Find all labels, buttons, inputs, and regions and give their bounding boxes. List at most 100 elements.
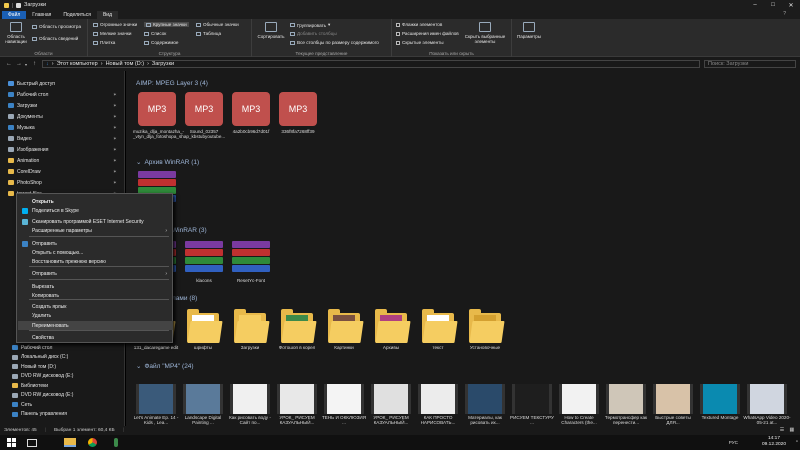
group-by-button[interactable]: Группировать ▾: [290, 22, 330, 28]
nav-item[interactable]: Локальный диск (C:): [12, 353, 68, 362]
group-header-mp3[interactable]: AIMP: MPEG Layer 3 (4): [136, 80, 208, 87]
video-thumbnail[interactable]: [418, 384, 458, 414]
quick-access-toolbar-icon[interactable]: [16, 2, 21, 8]
context-menu-item[interactable]: Восстановить прежнюю версию: [18, 257, 173, 266]
item-checkboxes-toggle[interactable]: Флажки элементов: [396, 22, 442, 27]
minimize-button[interactable]: –: [746, 0, 764, 10]
close-button[interactable]: ✕: [782, 0, 800, 10]
context-menu-item[interactable]: Удалить: [18, 311, 173, 320]
context-menu-item[interactable]: Свойства: [18, 333, 173, 342]
list-option[interactable]: Список: [144, 31, 166, 36]
recent-locations-chevron-icon[interactable]: ▾: [25, 62, 27, 67]
folder-icon[interactable]: [469, 309, 505, 343]
context-menu-item[interactable]: Открыть с помощью...: [18, 248, 173, 257]
video-thumbnail[interactable]: [512, 384, 552, 414]
file-view[interactable]: AIMP: MPEG Layer 3 (4) ⌄ Архив WinRAR (1…: [126, 71, 800, 426]
forward-arrow-icon[interactable]: →: [16, 61, 22, 67]
search-input[interactable]: Поиск: Загрузки: [704, 60, 796, 68]
tab-home[interactable]: Главная: [26, 11, 57, 19]
breadcrumb-item[interactable]: Новый том (D:): [106, 61, 145, 67]
folder-icon[interactable]: [375, 309, 411, 343]
details-option[interactable]: Таблица: [196, 31, 221, 36]
tab-file[interactable]: Файл: [2, 11, 27, 19]
large-icons-view-icon[interactable]: ▦: [789, 428, 794, 433]
tab-share[interactable]: Поделиться: [57, 11, 97, 19]
folder-icon[interactable]: [281, 309, 317, 343]
video-thumbnail[interactable]: [559, 384, 599, 414]
large-icons-option[interactable]: Крупные значки: [144, 22, 189, 27]
nav-item[interactable]: Изображения: [8, 145, 48, 154]
details-pane-button[interactable]: Область сведений: [32, 36, 78, 41]
context-menu-item[interactable]: Переименовать: [18, 321, 173, 330]
nav-item[interactable]: Документы: [8, 112, 43, 121]
add-columns-button[interactable]: Добавить столбцы: [290, 31, 337, 36]
size-columns-button[interactable]: Все столбцы по размеру содержимого: [290, 40, 379, 45]
video-thumbnail[interactable]: [606, 384, 646, 414]
tiles-option[interactable]: Плитка: [93, 40, 115, 45]
mp3-file-icon[interactable]: MP3: [185, 92, 223, 126]
clock[interactable]: 14:17 09.12.2020: [762, 436, 786, 448]
mp3-file-icon[interactable]: MP3: [138, 92, 176, 126]
checkbox[interactable]: [396, 40, 400, 45]
nav-item[interactable]: Панель управления: [12, 410, 67, 419]
context-menu-item[interactable]: Сканировать программой ESET Internet Sec…: [18, 217, 173, 226]
folder-icon[interactable]: [422, 309, 458, 343]
nav-item[interactable]: Загрузки: [8, 101, 37, 110]
group-header-winrar-archive[interactable]: ⌄ Архив WinRAR (1): [136, 158, 199, 167]
nav-item[interactable]: Видео: [8, 134, 32, 143]
medium-icons-option[interactable]: Обычные значки: [196, 22, 239, 27]
video-thumbnail[interactable]: [136, 384, 176, 414]
app-taskbar-icon[interactable]: [114, 438, 118, 447]
nav-item[interactable]: Сеть: [12, 400, 32, 409]
nav-item[interactable]: CorelDraw: [8, 167, 41, 176]
huge-icons-option[interactable]: Огромные значки: [93, 22, 137, 27]
mp3-file-icon[interactable]: MP3: [232, 92, 270, 126]
context-menu-item[interactable]: Поделиться в Skype: [18, 206, 173, 215]
start-windows-icon[interactable]: [7, 438, 16, 447]
group-header-folders[interactable]: лами (8): [172, 295, 197, 302]
nav-item[interactable]: DVD RW дисковод (E:): [12, 372, 73, 381]
context-menu-item[interactable]: Создать ярлык: [18, 302, 173, 311]
preview-pane-button[interactable]: Область просмотра: [32, 24, 81, 29]
sort-button[interactable]: Сортировать: [256, 22, 286, 39]
file-extensions-toggle[interactable]: Расширения имен файлов: [396, 31, 459, 36]
nav-item[interactable]: Музыка: [8, 123, 35, 132]
group-header-mp4[interactable]: ⌄ Файл "MP4" (24): [136, 362, 194, 371]
context-menu-item[interactable]: Вырезать: [18, 282, 173, 291]
nav-item[interactable]: Animation: [8, 156, 39, 165]
options-button[interactable]: Параметры: [514, 22, 544, 39]
nav-item[interactable]: Новый том (D:): [12, 362, 56, 371]
checkbox[interactable]: [396, 31, 400, 36]
video-thumbnail[interactable]: [230, 384, 270, 414]
video-thumbnail[interactable]: [653, 384, 693, 414]
maximize-button[interactable]: □: [764, 0, 782, 10]
rar-archive-icon[interactable]: [185, 241, 223, 275]
help-icon[interactable]: ?: [783, 11, 786, 17]
video-thumbnail[interactable]: [747, 384, 787, 414]
mp3-file-icon[interactable]: MP3: [279, 92, 317, 126]
nav-item[interactable]: Библиотеки: [12, 381, 48, 390]
nav-pane-button[interactable]: Область навигации: [3, 22, 29, 44]
checkbox[interactable]: [396, 22, 400, 27]
nav-item[interactable]: Рабочий стол: [8, 90, 48, 99]
address-field[interactable]: ↓ › Этот компьютер › Новый том (D:) › За…: [42, 60, 700, 68]
content-option[interactable]: Содержимое: [144, 40, 178, 45]
nav-item[interactable]: Рабочий стол: [12, 343, 52, 352]
context-menu-item[interactable]: Отправить: [18, 239, 173, 248]
video-thumbnail[interactable]: [700, 384, 740, 414]
context-menu-item[interactable]: Расширенные параметры ›: [18, 226, 173, 235]
context-menu-item[interactable]: Открыть: [18, 197, 173, 206]
task-view-icon[interactable]: [27, 439, 37, 447]
video-thumbnail[interactable]: [465, 384, 505, 414]
video-thumbnail[interactable]: [277, 384, 317, 414]
video-thumbnail[interactable]: [324, 384, 364, 414]
rar-archive-icon[interactable]: [232, 241, 270, 275]
tab-view[interactable]: Вид: [96, 11, 118, 19]
video-thumbnail[interactable]: [371, 384, 411, 414]
video-thumbnail[interactable]: [183, 384, 223, 414]
folder-icon[interactable]: [234, 309, 270, 343]
input-language[interactable]: РУС: [729, 440, 738, 445]
nav-item[interactable]: PhotoShop: [8, 178, 42, 187]
chrome-taskbar-icon[interactable]: [88, 438, 97, 447]
details-view-icon[interactable]: ☰: [780, 428, 784, 433]
